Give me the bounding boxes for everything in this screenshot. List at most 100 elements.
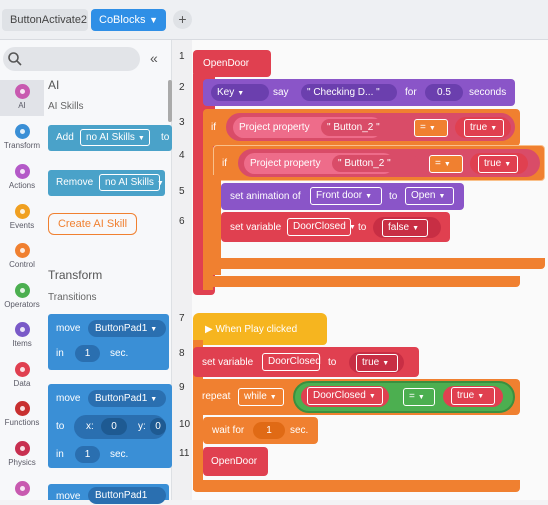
wait-duration-input[interactable]: 1	[253, 422, 285, 439]
property-name-input[interactable]: " Button_2 "	[321, 119, 408, 136]
when-play-clicked-block[interactable]: ▶ When Play clicked	[193, 313, 327, 345]
add-ai-skill-block[interactable]: Add no AI Skills ▼ to	[48, 125, 172, 151]
move-label: move	[56, 491, 81, 502]
target-select[interactable]: ButtonPad1 ▼	[88, 390, 166, 407]
chevron-down-icon: ▼	[150, 396, 158, 403]
target-select[interactable]: ButtonPad1	[88, 487, 166, 504]
operator-select[interactable]: = ▼	[414, 119, 448, 137]
if-label: if	[222, 158, 227, 169]
value-select[interactable]: true ▼	[478, 155, 518, 173]
object-select[interactable]: Front door ▼	[310, 187, 382, 205]
duration-input[interactable]: 1	[75, 446, 100, 463]
category-items[interactable]: Items	[0, 322, 44, 348]
function-definition-opendoor[interactable]: OpenDoor	[193, 50, 271, 77]
category-ai[interactable]: AI	[0, 80, 44, 116]
collapse-sidebar-icon[interactable]: «	[150, 50, 158, 66]
variable-value: DoorClosed	[293, 221, 346, 232]
category-events[interactable]: Events	[0, 204, 44, 230]
create-ai-skill-button[interactable]: Create AI Skill	[48, 213, 137, 235]
tab-buttonactivate2[interactable]: ButtonActivate2	[2, 9, 88, 31]
if-body-rail	[203, 140, 213, 290]
add-tab-button[interactable]: +	[173, 10, 192, 29]
category-transform[interactable]: Transform	[0, 124, 44, 150]
chevron-down-icon: ▼	[490, 125, 498, 132]
property-name-input[interactable]: " Button_2 "	[332, 155, 419, 172]
category-control[interactable]: Control	[0, 243, 44, 269]
value-text: true	[484, 158, 502, 169]
variable-select[interactable]: DoorClosed ▼	[307, 387, 383, 405]
move-block[interactable]: move ButtonPad1	[48, 484, 169, 504]
set-animation-block[interactable]: set animation of Front door ▼ to Open ▼	[221, 183, 464, 210]
animation-value: Open	[411, 190, 436, 201]
chevron-down-icon: ▼	[443, 161, 451, 168]
search-icon	[8, 52, 22, 66]
ai-skill-select[interactable]: no AI Skills ▼	[80, 129, 150, 146]
chevron-down-icon: ▼	[150, 326, 158, 333]
line-number: 9	[179, 382, 185, 393]
if-label: if	[211, 122, 216, 133]
call-opendoor-block[interactable]: OpenDoor	[203, 447, 268, 476]
category-label: Physics	[8, 458, 36, 467]
move-to-block[interactable]: move ButtonPad1 ▼ to x: 0 y: 0 in 1 sec.	[48, 384, 172, 468]
loop-mode-select[interactable]: while ▼	[238, 388, 284, 406]
to-label: to	[161, 132, 170, 143]
value-select[interactable]: true ▼	[356, 354, 398, 372]
value-select[interactable]: true ▼	[451, 387, 495, 405]
category-label: Actions	[8, 181, 36, 190]
category-actions[interactable]: Actions	[0, 164, 44, 190]
if-block[interactable]: if Project property " Button_2 " = ▼ true…	[203, 109, 520, 146]
set-variable-block[interactable]: set variable DoorClosed ▼ to false ▼	[221, 212, 450, 242]
speaker-select[interactable]: Key ▼	[211, 84, 269, 101]
set-variable-block[interactable]: set variable DoorClosed to true ▼	[193, 347, 419, 377]
search-input[interactable]	[3, 47, 140, 71]
tab-coblocks[interactable]: CoBlocks ▼	[91, 9, 166, 31]
variable-select[interactable]: DoorClosed	[262, 353, 321, 371]
add-label: Add	[56, 132, 74, 143]
duration-input[interactable]: 0.5	[425, 84, 463, 101]
category-operators[interactable]: Operators	[0, 283, 44, 309]
chevron-down-icon: ▼	[382, 360, 390, 367]
chevron-down-icon: ▼	[137, 135, 145, 142]
data-icon	[14, 362, 30, 377]
variable-select[interactable]: DoorClosed ▼	[287, 218, 356, 236]
line-number: 5	[179, 186, 185, 197]
ai-skill-select-value: no AI Skills	[86, 132, 135, 143]
speech-text-input[interactable]: " Checking D... "	[301, 84, 397, 101]
duration-input[interactable]: 1	[75, 345, 100, 362]
if-block[interactable]: if Project property " Button_2 " = ▼ true…	[213, 145, 545, 181]
events-icon	[14, 204, 30, 219]
say-block[interactable]: Key ▼ say " Checking D... " for 0.5 secon…	[203, 79, 515, 106]
category-label: Operators	[4, 300, 40, 309]
sec-label: sec.	[110, 348, 129, 359]
chevron-down-icon: ▼	[477, 393, 485, 400]
operator-select[interactable]: = ▼	[403, 388, 435, 406]
target-select[interactable]: ButtonPad1 ▼	[88, 320, 166, 337]
ai-icon	[14, 84, 30, 99]
chevron-down-icon[interactable]: ▼	[149, 9, 158, 31]
ai-skill-select[interactable]: no AI Skills ▼	[99, 174, 164, 191]
value-select[interactable]: true ▼	[464, 119, 504, 137]
category-more[interactable]	[0, 481, 44, 500]
y-input[interactable]: 0	[150, 418, 166, 435]
function-name: OpenDoor	[211, 456, 258, 467]
category-functions[interactable]: Functions	[0, 401, 44, 427]
wait-block[interactable]: wait for 1 sec.	[203, 417, 318, 444]
category-physics[interactable]: Physics	[0, 441, 44, 467]
animation-select[interactable]: Open ▼	[405, 187, 454, 205]
chevron-down-icon: ▼	[438, 193, 446, 200]
value-select[interactable]: false ▼	[382, 219, 428, 237]
move-label: move	[56, 393, 81, 404]
x-input[interactable]: 0	[101, 418, 127, 435]
operator-select[interactable]: = ▼	[429, 155, 463, 173]
repeat-while-block[interactable]: repeat while ▼ DoorClosed ▼ = ▼ true ▼	[193, 379, 520, 415]
say-label: say	[273, 87, 289, 98]
category-data[interactable]: Data	[0, 362, 44, 388]
loop-mode-value: while	[244, 391, 267, 402]
physics-icon	[14, 441, 30, 456]
category-label: Events	[9, 221, 35, 230]
remove-ai-skill-block[interactable]: Remove no AI Skills ▼	[48, 170, 165, 196]
x-label: x:	[86, 421, 94, 432]
to-label: to	[358, 222, 367, 233]
move-block[interactable]: move ButtonPad1 ▼ in 1 sec.	[48, 314, 169, 370]
category-label: Functions	[4, 418, 40, 427]
